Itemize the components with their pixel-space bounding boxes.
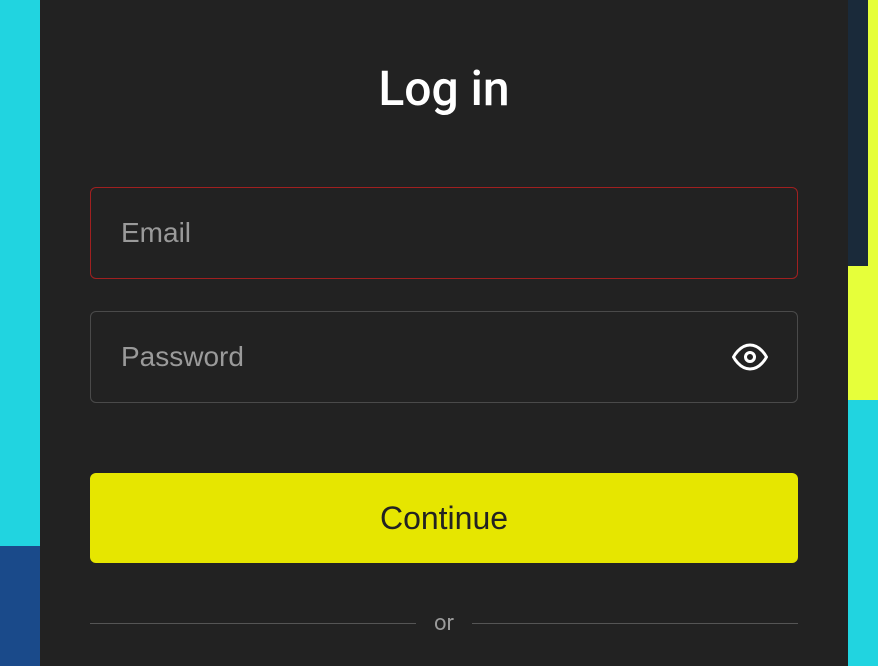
password-input-wrapper	[90, 311, 798, 403]
divider-line-right	[472, 623, 798, 624]
divider: or	[90, 611, 798, 636]
divider-text: or	[434, 611, 454, 636]
login-panel: Log in Continue or	[40, 0, 848, 666]
continue-button[interactable]: Continue	[90, 473, 798, 563]
email-field[interactable]	[90, 187, 798, 279]
background-accent-blue	[0, 546, 45, 666]
eye-icon[interactable]	[732, 339, 768, 375]
page-title: Log in	[90, 60, 798, 117]
password-field[interactable]	[90, 311, 798, 403]
email-input-wrapper	[90, 187, 798, 279]
divider-line-left	[90, 623, 416, 624]
